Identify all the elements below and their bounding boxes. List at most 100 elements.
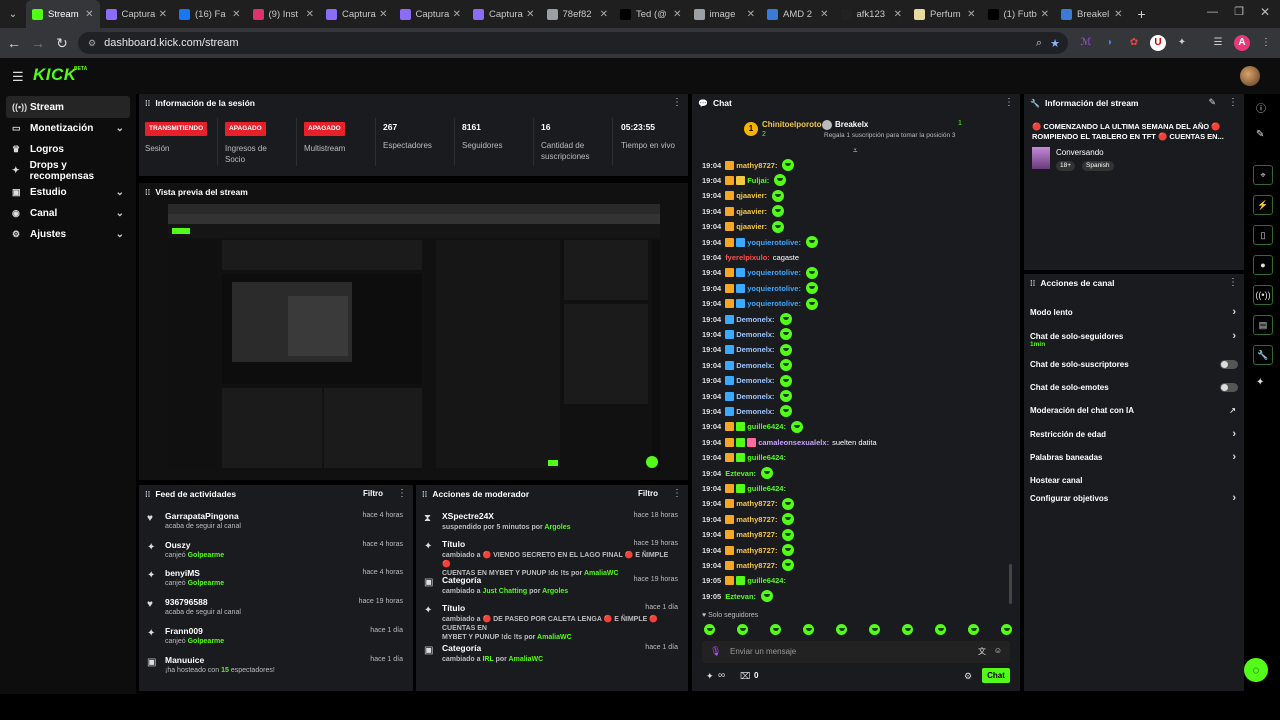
browser-tab[interactable]: AMD 2 ✕ xyxy=(761,0,835,28)
channel-action-chat-de-solo-suscriptores[interactable]: Chat de solo-suscriptores xyxy=(1024,354,1244,374)
rail-broadcast-icon[interactable]: ((•)) xyxy=(1253,285,1273,305)
minimize-button[interactable]: — xyxy=(1207,6,1218,18)
drag-handle-icon[interactable]: ⁞⁞ xyxy=(145,99,150,108)
reading-list-icon[interactable]: ☰ xyxy=(1210,35,1226,51)
emote-icon[interactable] xyxy=(1001,624,1012,635)
browser-tab[interactable]: Captura ✕ xyxy=(320,0,394,28)
chat-message[interactable]: 19:04 yoquierotolive: xyxy=(702,297,818,311)
emote-icon[interactable] xyxy=(803,624,814,635)
chat-username[interactable]: Demonelx: xyxy=(736,407,774,416)
chat-username[interactable]: Demonelx: xyxy=(736,392,774,401)
browser-tab[interactable]: afk123 ✕ xyxy=(835,0,909,28)
mod-actions-menu-icon[interactable]: ⋮ xyxy=(672,488,682,499)
close-tab-icon[interactable]: ✕ xyxy=(159,9,167,20)
activity-item[interactable]: ✦ Frann009 canjeó Golpearme hace 1 día xyxy=(139,624,413,652)
chat-username[interactable]: Demonelx: xyxy=(736,315,774,324)
emote-icon[interactable] xyxy=(902,624,913,635)
rail-target-icon[interactable]: ⌖ xyxy=(1253,165,1273,185)
hamburger-menu-icon[interactable]: ☰ xyxy=(12,69,24,85)
toggle-switch[interactable] xyxy=(1220,359,1238,369)
chat-username[interactable]: mathy8727: xyxy=(736,515,777,524)
chat-message[interactable]: 19:05 guille6424: xyxy=(702,574,789,588)
browser-tab[interactable]: Stream ✕ xyxy=(26,0,100,28)
chat-username[interactable]: guille6424: xyxy=(747,576,786,585)
chat-message[interactable]: 19:04 Demonelx: xyxy=(702,374,792,388)
channel-action-hostear-canal[interactable]: Hostear canal xyxy=(1024,470,1244,490)
browser-tab[interactable]: Captura ✕ xyxy=(100,0,174,28)
session-info-menu-icon[interactable]: ⋮ xyxy=(672,97,682,108)
profile-avatar[interactable]: A xyxy=(1234,35,1250,51)
activity-menu-icon[interactable]: ⋮ xyxy=(397,488,407,499)
chat-username[interactable]: fyerelpixulo: xyxy=(725,253,770,262)
browser-tab[interactable]: Perfum ✕ xyxy=(908,0,982,28)
channel-action-modo-lento[interactable]: Modo lento › xyxy=(1024,302,1244,322)
channel-action-moderaci-n-del-chat-con-ia[interactable]: Moderación del chat con IA ↗ xyxy=(1024,400,1244,420)
chat-username[interactable]: yoquierotolive: xyxy=(747,299,801,308)
activity-user[interactable]: Manuuice xyxy=(165,655,204,665)
back-button[interactable]: ← xyxy=(2,35,26,51)
chat-message[interactable]: 19:04 mathy8727: xyxy=(702,558,795,572)
chat-message[interactable]: 19:04 Demonelx: xyxy=(702,312,792,326)
extensions-puzzle-icon[interactable]: ✦ xyxy=(1174,35,1190,51)
sidebar-item-monetizaci-n[interactable]: ▭ Monetización ⌄ xyxy=(6,117,130,139)
edit-pencil-icon[interactable]: ✎ xyxy=(1208,97,1216,108)
activity-item[interactable]: ✦ benyiMS canjeó Golpearme hace 4 horas xyxy=(139,566,413,594)
emote-icon[interactable] xyxy=(737,624,748,635)
browser-menu-icon[interactable]: ⋮ xyxy=(1258,35,1274,51)
mod-action-item[interactable]: ✦ Título cambiado a 🔴 DE PASEO POR CALETA … xyxy=(416,601,688,641)
channel-actions-menu-icon[interactable]: ⋮ xyxy=(1228,277,1238,288)
site-info-icon[interactable]: ⚙ xyxy=(88,38,96,49)
chat-username[interactable]: mathy8727: xyxy=(736,561,777,570)
chat-username[interactable]: Eztevan: xyxy=(725,469,756,478)
chat-message[interactable]: 19:04 Demonelx: xyxy=(702,389,792,403)
emoji-icon[interactable]: ☺ xyxy=(994,646,1002,655)
extension-icon-1[interactable]: ℳ xyxy=(1078,35,1094,51)
mod-action-item[interactable]: ✦ Título cambiado a 🔴 VIENDO SECRETO EN EL… xyxy=(416,537,688,577)
chat-message[interactable]: 19:04 yoquierotolive: xyxy=(702,281,818,295)
ublock-icon[interactable]: U xyxy=(1150,35,1166,51)
chat-message[interactable]: 19:04 Demonelx: xyxy=(702,327,792,341)
chat-message[interactable]: 19:04 mathy8727: xyxy=(702,543,795,557)
mod-filter-button[interactable]: Filtro xyxy=(638,489,658,498)
send-chat-button[interactable]: Chat xyxy=(982,668,1010,683)
chat-username[interactable]: Eztevan: xyxy=(725,592,756,601)
chat-username[interactable]: mathy8727: xyxy=(736,546,777,555)
drag-handle-icon[interactable]: ⁞⁞ xyxy=(422,490,427,499)
activity-user[interactable]: benyiMS xyxy=(165,568,200,578)
stream-info-menu-icon[interactable]: ⋮ xyxy=(1228,97,1238,108)
emote-icon[interactable] xyxy=(704,624,715,635)
activity-item[interactable]: ✦ Ouszy canjeó Golpearme hace 4 horas xyxy=(139,538,413,566)
browser-tab[interactable]: image ✕ xyxy=(688,0,762,28)
chat-message[interactable]: 19:04 mathy8727: xyxy=(702,158,795,172)
close-tab-icon[interactable]: ✕ xyxy=(820,9,828,20)
emote-icon[interactable] xyxy=(935,624,946,635)
extension-icon-2[interactable]: ◗ xyxy=(1102,35,1118,51)
browser-tab[interactable]: Ted (@ ✕ xyxy=(614,0,688,28)
forward-button[interactable]: → xyxy=(26,35,50,51)
chat-message[interactable]: 19:04 yoquierotolive: xyxy=(702,266,818,280)
chat-message[interactable]: 19:04 Eztevan: xyxy=(702,466,774,480)
chat-username[interactable]: qjaavier: xyxy=(736,191,767,200)
chat-username[interactable]: qjaavier: xyxy=(736,222,767,231)
user-avatar[interactable] xyxy=(1240,66,1260,86)
collapse-pinned-icon[interactable]: ⩡ xyxy=(853,146,858,156)
close-tab-icon[interactable]: ✕ xyxy=(894,9,902,20)
drag-handle-icon[interactable]: ⁞⁞ xyxy=(145,188,150,197)
chat-username[interactable]: yoquierotolive: xyxy=(747,284,801,293)
gift-icon[interactable]: ✦ xyxy=(706,671,714,682)
chat-message[interactable]: 19:04 Demonelx: xyxy=(702,343,792,357)
chat-username[interactable]: guille6424: xyxy=(747,484,786,493)
chat-settings-icon[interactable]: ⚙ xyxy=(964,671,972,682)
drag-handle-icon[interactable]: ⁞⁞ xyxy=(1030,279,1035,288)
chat-message[interactable]: 19:04 Fuljai: xyxy=(702,173,787,187)
chat-username[interactable]: Demonelx: xyxy=(736,361,774,370)
channel-action-palabras-baneadas[interactable]: Palabras baneadas › xyxy=(1024,447,1244,467)
close-tab-icon[interactable]: ✕ xyxy=(1114,9,1122,20)
second-gifter-name[interactable]: Breakelx xyxy=(835,120,868,129)
sidebar-item-logros[interactable]: ♛ Logros xyxy=(6,139,130,161)
close-window-button[interactable]: ✕ xyxy=(1260,5,1270,19)
chat-username[interactable]: qjaavier: xyxy=(736,207,767,216)
close-tab-icon[interactable]: ✕ xyxy=(232,9,240,20)
close-tab-icon[interactable]: ✕ xyxy=(453,9,461,20)
close-tab-icon[interactable]: ✕ xyxy=(600,9,608,20)
